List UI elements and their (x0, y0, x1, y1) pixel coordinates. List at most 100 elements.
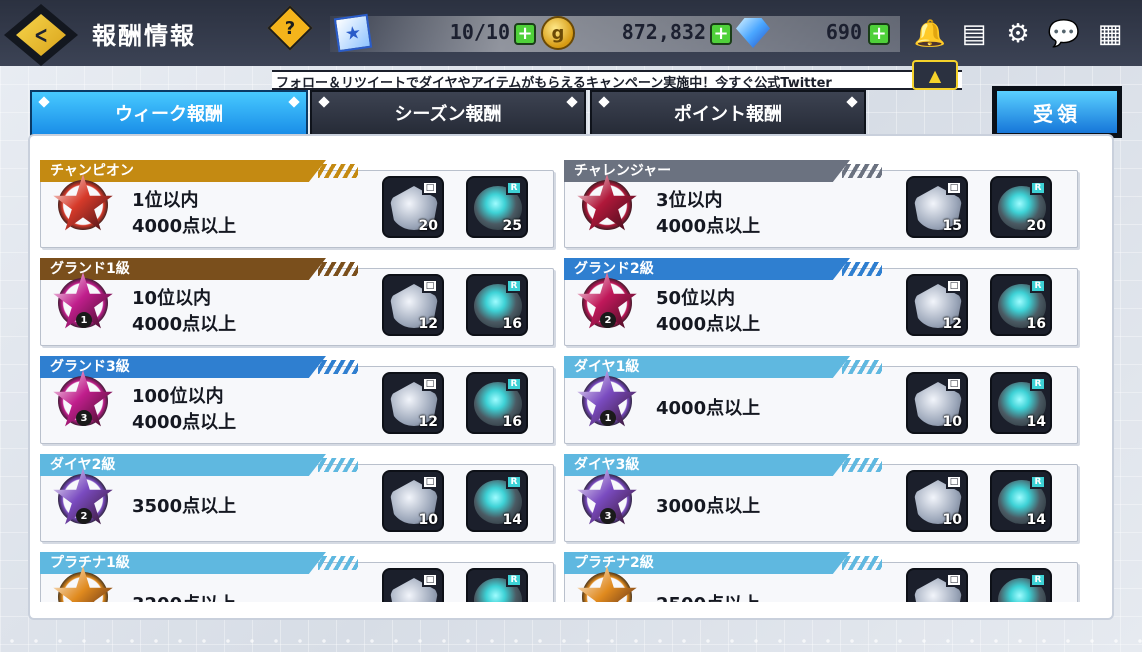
orb-reward[interactable]: R 14 (990, 470, 1052, 532)
decorative-stripes (842, 164, 882, 178)
rank-reward-card: グランド1級 1 10位以内 4000点以上 □ 12 R 16 (40, 258, 554, 346)
medal-tag: □ (946, 181, 962, 195)
medal-reward[interactable]: □ (382, 568, 444, 602)
rank-badge-icon (52, 174, 114, 236)
medal-tag: □ (946, 475, 962, 489)
orb-reward[interactable]: R (466, 568, 528, 602)
tab-season-reward[interactable]: シーズン報酬 (310, 90, 586, 136)
medal-tag: □ (422, 181, 438, 195)
chat-icon[interactable]: 💬 (1046, 16, 1082, 52)
rank-reward-card: グランド3級 3 100位以内 4000点以上 □ 12 R 16 (40, 356, 554, 444)
tab-point-reward[interactable]: ポイント報酬 (590, 90, 866, 136)
rank-reward-card: グランド2級 2 50位以内 4000点以上 □ 12 R 16 (564, 258, 1078, 346)
medal-reward[interactable]: □ 12 (382, 274, 444, 336)
orb-tag: R (506, 181, 522, 195)
gear-icon[interactable]: ⚙ (1000, 16, 1036, 52)
page-title: 報酬情報 (92, 22, 196, 50)
add-gem-button[interactable]: + (868, 23, 890, 45)
ticket-icon: ★ (333, 13, 373, 53)
medal-tag: □ (422, 377, 438, 391)
requirement-line1: 1位以内 (132, 190, 199, 211)
orb-count: 14 (1026, 414, 1046, 430)
orb-count: 16 (502, 414, 522, 430)
requirement-line2: 4000点以上 (132, 216, 237, 237)
requirement-line1: 3位以内 (656, 190, 723, 211)
medal-reward[interactable]: □ 10 (906, 470, 968, 532)
orb-tag: R (1030, 181, 1046, 195)
requirement-line1: 100位以内 (132, 386, 224, 407)
receive-button[interactable]: 受領 (992, 86, 1122, 138)
medal-count: 12 (942, 316, 962, 332)
requirement-line1: 3500点以上 (132, 496, 237, 517)
reward-list-panel: チャンピオン 1位以内 4000点以上 □ 20 R 25 チャレンジャー 3位… (30, 136, 1112, 618)
medal-tag: □ (946, 377, 962, 391)
medal-tag: □ (422, 573, 438, 587)
rank-badge-icon (52, 566, 114, 602)
add-coin-button[interactable]: + (710, 23, 732, 45)
requirement-line1: 3200点以上 (132, 590, 236, 602)
medal-tag: □ (422, 279, 438, 293)
orb-reward[interactable]: R 14 (466, 470, 528, 532)
orb-reward[interactable]: R 20 (990, 176, 1052, 238)
orb-count: 20 (1026, 218, 1046, 234)
medal-count: 12 (418, 414, 438, 430)
decorative-stripes (318, 164, 358, 178)
requirement-line1: 10位以内 (132, 288, 212, 309)
news-ticker[interactable]: フォロー＆リツイートでダイヤやアイテムがもらえるキャンペーン実施中！今すぐ公式T… (272, 70, 962, 90)
medal-tag: □ (422, 475, 438, 489)
medal-reward[interactable]: □ (906, 568, 968, 602)
requirement-line2: 4000点以上 (132, 314, 237, 335)
add-ticket-button[interactable]: + (514, 23, 536, 45)
ticket-count: 10/10 (449, 20, 510, 44)
medal-count: 20 (418, 218, 438, 234)
decorative-dots (0, 636, 1142, 646)
orb-reward[interactable]: R 16 (466, 274, 528, 336)
orb-tag: R (506, 573, 522, 587)
news-icon[interactable]: ▤ (956, 16, 992, 52)
medal-reward[interactable]: □ 12 (382, 372, 444, 434)
rank-reward-card: ダイヤ2級 2 3500点以上 □ 10 R 14 (40, 454, 554, 542)
medal-reward[interactable]: □ 10 (382, 470, 444, 532)
orb-tag: R (506, 279, 522, 293)
rank-reward-card: チャンピオン 1位以内 4000点以上 □ 20 R 25 (40, 160, 554, 248)
rank-badge-icon: 1 (52, 272, 114, 334)
orb-tag: R (1030, 377, 1046, 391)
tab-weekly-reward[interactable]: ウィーク報酬 (30, 90, 308, 136)
back-arrow-icon: < (16, 14, 66, 56)
orb-reward[interactable]: R 16 (990, 274, 1052, 336)
medal-tag: □ (946, 279, 962, 293)
requirement-line1: 2500点以上 (656, 590, 760, 602)
medal-reward[interactable]: □ 12 (906, 274, 968, 336)
orb-reward[interactable]: R (990, 568, 1052, 602)
orb-reward[interactable]: R 25 (466, 176, 528, 238)
orb-count: 14 (502, 512, 522, 528)
rank-badge-icon: 2 (52, 468, 114, 530)
medal-reward[interactable]: □ 15 (906, 176, 968, 238)
rank-reward-card: ダイヤ3級 3 3000点以上 □ 10 R 14 (564, 454, 1078, 542)
orb-tag: R (506, 475, 522, 489)
decorative-stripes (318, 360, 358, 374)
coin-count: 872,832 (621, 20, 706, 44)
orb-reward[interactable]: R 14 (990, 372, 1052, 434)
orb-reward[interactable]: R 16 (466, 372, 528, 434)
reward-list[interactable]: チャンピオン 1位以内 4000点以上 □ 20 R 25 チャレンジャー 3位… (40, 160, 1084, 602)
requirement-line2: 4000点以上 (656, 216, 761, 237)
badge-number: 3 (76, 410, 92, 426)
decorative-stripes (318, 556, 358, 570)
medal-reward[interactable]: □ 20 (382, 176, 444, 238)
decorative-stripes (842, 556, 882, 570)
orb-count: 16 (502, 316, 522, 332)
menu-grid-icon[interactable]: ▦ (1092, 16, 1128, 52)
decorative-stripes (318, 458, 358, 472)
medal-tag: □ (946, 573, 962, 587)
bell-icon[interactable]: 🔔 (912, 16, 948, 52)
medal-reward[interactable]: □ 10 (906, 372, 968, 434)
rank-badge-icon (576, 566, 638, 602)
rank-badge-icon: 1 (576, 370, 638, 432)
orb-tag: R (1030, 573, 1046, 587)
medal-count: 10 (942, 512, 962, 528)
rank-badge-icon: 2 (576, 272, 638, 334)
badge-number: 2 (600, 312, 616, 328)
decorative-stripes (842, 262, 882, 276)
badge-number: 1 (76, 312, 92, 328)
